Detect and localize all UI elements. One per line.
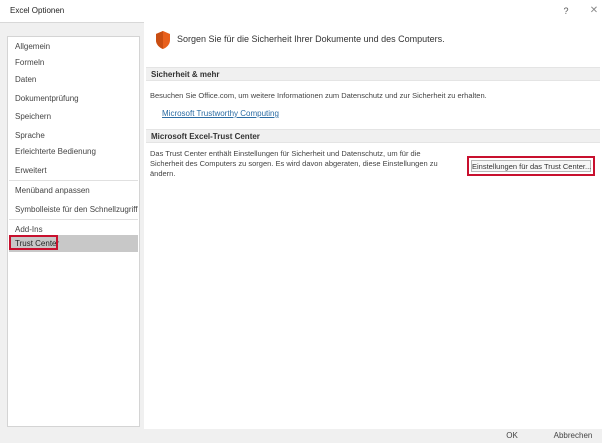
page-headline: Sorgen Sie für die Sicherheit Ihrer Doku… (177, 34, 445, 44)
sidebar-item-erleichterte-bedienung[interactable]: Erleichterte Bedienung (9, 143, 138, 160)
sidebar-item-allgemein[interactable]: Allgemein (9, 38, 138, 55)
options-sidebar: Allgemein Formeln Daten Dokumentprüfung … (7, 36, 140, 427)
main-panel: Sorgen Sie für die Sicherheit Ihrer Doku… (144, 22, 602, 429)
section-header-sicherheit: Sicherheit & mehr (146, 67, 600, 81)
sidebar-item-erweitert[interactable]: Erweitert (9, 162, 138, 179)
sidebar-item-speichern[interactable]: Speichern (9, 108, 138, 125)
dialog-footer: OK Abbrechen (0, 429, 602, 443)
trust-center-text-line-1: Das Trust Center enthält Einstellungen f… (150, 149, 421, 158)
ok-button[interactable]: OK (492, 429, 532, 443)
help-icon[interactable]: ? (560, 4, 572, 18)
trustworthy-computing-link[interactable]: Microsoft Trustworthy Computing (162, 109, 279, 118)
close-icon[interactable]: ✕ (588, 4, 600, 18)
trust-center-text-line-2: Sicherheit des Computers zu sorgen. Es w… (150, 159, 438, 168)
sidebar-divider (9, 219, 138, 220)
title-bar: Excel Optionen ? ✕ (0, 0, 602, 23)
sidebar-divider (9, 180, 138, 181)
sidebar-item-menueband-anpassen[interactable]: Menüband anpassen (9, 182, 138, 199)
sidebar-item-schnellzugriff[interactable]: Symbolleiste für den Schnellzugriff (9, 201, 138, 218)
sidebar-item-formeln[interactable]: Formeln (9, 54, 138, 71)
window-title: Excel Optionen (10, 6, 65, 15)
privacy-info-text: Besuchen Sie Office.com, um weitere Info… (150, 91, 487, 100)
trust-center-highlight (9, 235, 58, 250)
sidebar-item-sprache[interactable]: Sprache (9, 127, 138, 144)
sidebar-item-daten[interactable]: Daten (9, 71, 138, 88)
shield-icon (156, 31, 170, 49)
trust-center-settings-label: Einstellungen für das Trust Center... (471, 160, 592, 172)
sidebar-item-dokumentpruefung[interactable]: Dokumentprüfung (9, 90, 138, 107)
trust-center-settings-button[interactable]: Einstellungen für das Trust Center... (467, 156, 595, 176)
cancel-button[interactable]: Abbrechen (544, 429, 602, 443)
trust-center-text-line-3: ändern. (150, 169, 176, 178)
section-header-trust-center: Microsoft Excel-Trust Center (146, 129, 600, 143)
